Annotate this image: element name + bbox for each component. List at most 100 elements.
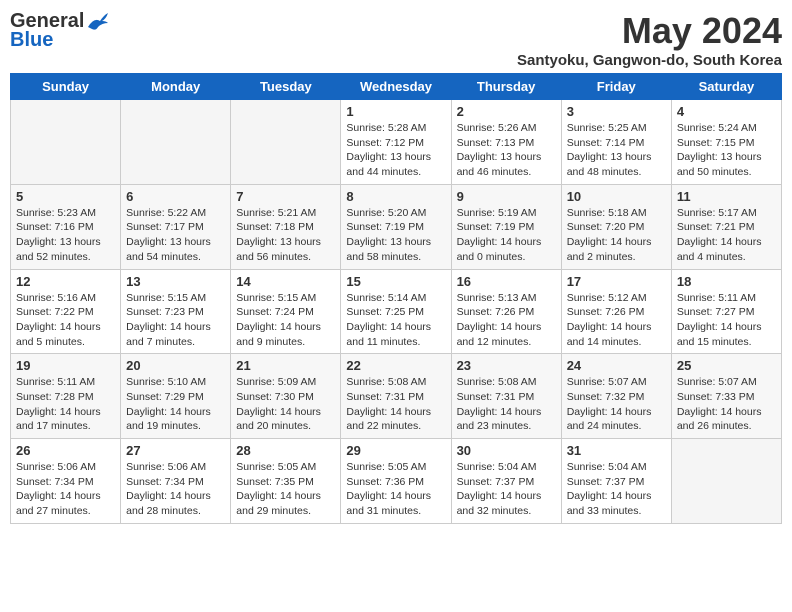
daylight-text: Daylight: 13 hours and 56 minutes. (236, 236, 321, 263)
sunrise-text: Sunrise: 5:26 AM (457, 122, 537, 134)
sunset-text: Sunset: 7:37 PM (567, 476, 645, 488)
sunset-text: Sunset: 7:14 PM (567, 137, 645, 149)
calendar-cell: 20 Sunrise: 5:10 AM Sunset: 7:29 PM Dayl… (121, 354, 231, 439)
day-number: 20 (126, 358, 225, 373)
daylight-text: Daylight: 14 hours and 17 minutes. (16, 406, 101, 433)
day-info: Sunrise: 5:25 AM Sunset: 7:14 PM Dayligh… (567, 121, 666, 180)
calendar-cell: 21 Sunrise: 5:09 AM Sunset: 7:30 PM Dayl… (231, 354, 341, 439)
day-info: Sunrise: 5:05 AM Sunset: 7:35 PM Dayligh… (236, 460, 335, 519)
sunrise-text: Sunrise: 5:05 AM (236, 461, 316, 473)
daylight-text: Daylight: 14 hours and 32 minutes. (457, 490, 542, 517)
sunset-text: Sunset: 7:18 PM (236, 221, 314, 233)
daylight-text: Daylight: 14 hours and 23 minutes. (457, 406, 542, 433)
calendar-cell: 24 Sunrise: 5:07 AM Sunset: 7:32 PM Dayl… (561, 354, 671, 439)
sunrise-text: Sunrise: 5:09 AM (236, 376, 316, 388)
sunrise-text: Sunrise: 5:05 AM (346, 461, 426, 473)
calendar-cell: 10 Sunrise: 5:18 AM Sunset: 7:20 PM Dayl… (561, 184, 671, 269)
daylight-text: Daylight: 14 hours and 5 minutes. (16, 321, 101, 348)
sunset-text: Sunset: 7:16 PM (16, 221, 94, 233)
col-header-wednesday: Wednesday (341, 74, 451, 100)
daylight-text: Daylight: 14 hours and 15 minutes. (677, 321, 762, 348)
sunset-text: Sunset: 7:13 PM (457, 137, 535, 149)
sunset-text: Sunset: 7:34 PM (126, 476, 204, 488)
daylight-text: Daylight: 14 hours and 33 minutes. (567, 490, 652, 517)
logo-bird-icon (86, 13, 108, 31)
sunrise-text: Sunrise: 5:16 AM (16, 292, 96, 304)
day-number: 24 (567, 358, 666, 373)
day-number: 12 (16, 274, 115, 289)
sunset-text: Sunset: 7:31 PM (457, 391, 535, 403)
sunrise-text: Sunrise: 5:08 AM (457, 376, 537, 388)
calendar-week-row: 12 Sunrise: 5:16 AM Sunset: 7:22 PM Dayl… (11, 269, 782, 354)
day-info: Sunrise: 5:17 AM Sunset: 7:21 PM Dayligh… (677, 206, 776, 265)
day-info: Sunrise: 5:07 AM Sunset: 7:32 PM Dayligh… (567, 375, 666, 434)
day-number: 30 (457, 443, 556, 458)
sunrise-text: Sunrise: 5:20 AM (346, 207, 426, 219)
daylight-text: Daylight: 14 hours and 20 minutes. (236, 406, 321, 433)
calendar-week-row: 19 Sunrise: 5:11 AM Sunset: 7:28 PM Dayl… (11, 354, 782, 439)
logo-blue-text: Blue (10, 29, 53, 52)
sunset-text: Sunset: 7:21 PM (677, 221, 755, 233)
sunset-text: Sunset: 7:19 PM (457, 221, 535, 233)
day-info: Sunrise: 5:08 AM Sunset: 7:31 PM Dayligh… (346, 375, 445, 434)
calendar-cell: 28 Sunrise: 5:05 AM Sunset: 7:35 PM Dayl… (231, 439, 341, 524)
sunrise-text: Sunrise: 5:06 AM (126, 461, 206, 473)
calendar-cell (121, 100, 231, 185)
day-number: 9 (457, 189, 556, 204)
sunrise-text: Sunrise: 5:07 AM (677, 376, 757, 388)
day-number: 4 (677, 104, 776, 119)
day-info: Sunrise: 5:05 AM Sunset: 7:36 PM Dayligh… (346, 460, 445, 519)
calendar-cell: 4 Sunrise: 5:24 AM Sunset: 7:15 PM Dayli… (671, 100, 781, 185)
day-info: Sunrise: 5:18 AM Sunset: 7:20 PM Dayligh… (567, 206, 666, 265)
calendar-cell: 11 Sunrise: 5:17 AM Sunset: 7:21 PM Dayl… (671, 184, 781, 269)
day-number: 10 (567, 189, 666, 204)
sunset-text: Sunset: 7:17 PM (126, 221, 204, 233)
daylight-text: Daylight: 13 hours and 52 minutes. (16, 236, 101, 263)
day-info: Sunrise: 5:10 AM Sunset: 7:29 PM Dayligh… (126, 375, 225, 434)
day-info: Sunrise: 5:20 AM Sunset: 7:19 PM Dayligh… (346, 206, 445, 265)
day-number: 7 (236, 189, 335, 204)
sunrise-text: Sunrise: 5:18 AM (567, 207, 647, 219)
day-number: 13 (126, 274, 225, 289)
day-number: 26 (16, 443, 115, 458)
sunset-text: Sunset: 7:32 PM (567, 391, 645, 403)
daylight-text: Daylight: 14 hours and 26 minutes. (677, 406, 762, 433)
sunset-text: Sunset: 7:35 PM (236, 476, 314, 488)
day-number: 15 (346, 274, 445, 289)
sunset-text: Sunset: 7:31 PM (346, 391, 424, 403)
daylight-text: Daylight: 14 hours and 31 minutes. (346, 490, 431, 517)
sunrise-text: Sunrise: 5:15 AM (126, 292, 206, 304)
sunset-text: Sunset: 7:28 PM (16, 391, 94, 403)
sunrise-text: Sunrise: 5:07 AM (567, 376, 647, 388)
calendar-cell: 14 Sunrise: 5:15 AM Sunset: 7:24 PM Dayl… (231, 269, 341, 354)
sunset-text: Sunset: 7:30 PM (236, 391, 314, 403)
day-number: 14 (236, 274, 335, 289)
col-header-tuesday: Tuesday (231, 74, 341, 100)
sunrise-text: Sunrise: 5:23 AM (16, 207, 96, 219)
daylight-text: Daylight: 14 hours and 9 minutes. (236, 321, 321, 348)
day-info: Sunrise: 5:21 AM Sunset: 7:18 PM Dayligh… (236, 206, 335, 265)
day-number: 19 (16, 358, 115, 373)
sunrise-text: Sunrise: 5:08 AM (346, 376, 426, 388)
day-info: Sunrise: 5:23 AM Sunset: 7:16 PM Dayligh… (16, 206, 115, 265)
col-header-friday: Friday (561, 74, 671, 100)
day-number: 8 (346, 189, 445, 204)
day-info: Sunrise: 5:12 AM Sunset: 7:26 PM Dayligh… (567, 291, 666, 350)
day-info: Sunrise: 5:11 AM Sunset: 7:27 PM Dayligh… (677, 291, 776, 350)
calendar-week-row: 26 Sunrise: 5:06 AM Sunset: 7:34 PM Dayl… (11, 439, 782, 524)
day-info: Sunrise: 5:06 AM Sunset: 7:34 PM Dayligh… (16, 460, 115, 519)
sunrise-text: Sunrise: 5:25 AM (567, 122, 647, 134)
calendar-cell: 13 Sunrise: 5:15 AM Sunset: 7:23 PM Dayl… (121, 269, 231, 354)
title-block: May 2024 Santyoku, Gangwon-do, South Kor… (517, 10, 782, 69)
daylight-text: Daylight: 13 hours and 46 minutes. (457, 151, 542, 178)
day-number: 6 (126, 189, 225, 204)
calendar-cell: 19 Sunrise: 5:11 AM Sunset: 7:28 PM Dayl… (11, 354, 121, 439)
day-number: 31 (567, 443, 666, 458)
day-info: Sunrise: 5:04 AM Sunset: 7:37 PM Dayligh… (457, 460, 556, 519)
calendar-cell: 27 Sunrise: 5:06 AM Sunset: 7:34 PM Dayl… (121, 439, 231, 524)
day-number: 22 (346, 358, 445, 373)
sunrise-text: Sunrise: 5:10 AM (126, 376, 206, 388)
day-info: Sunrise: 5:28 AM Sunset: 7:12 PM Dayligh… (346, 121, 445, 180)
sunset-text: Sunset: 7:26 PM (567, 306, 645, 318)
day-info: Sunrise: 5:13 AM Sunset: 7:26 PM Dayligh… (457, 291, 556, 350)
